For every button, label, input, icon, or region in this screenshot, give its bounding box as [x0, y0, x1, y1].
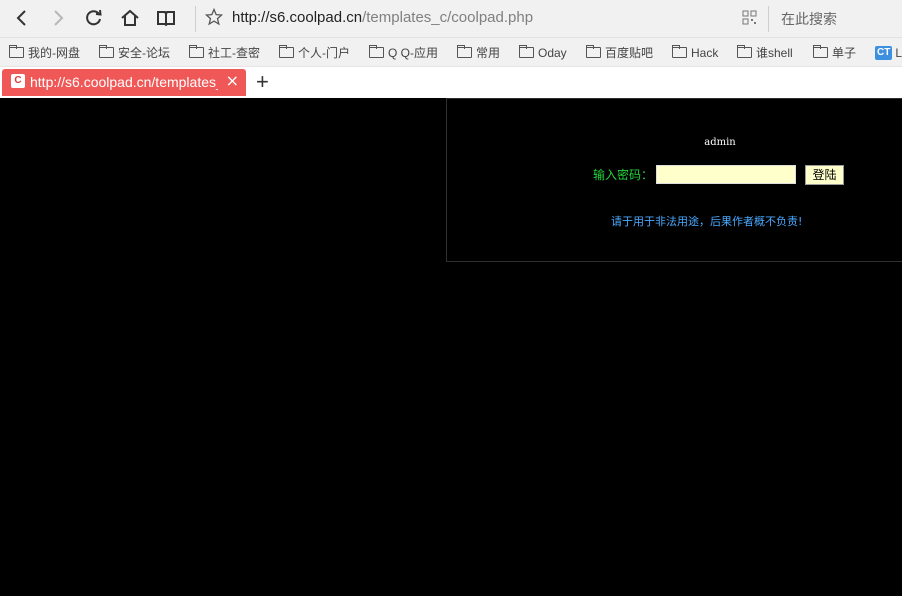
folder-icon [813, 45, 828, 58]
bookmark-label: 社工-查密 [208, 46, 260, 60]
folder-icon [457, 45, 472, 58]
tab-active[interactable]: C http://s6.coolpad.cn/templates_c/coolp… [2, 69, 246, 96]
folder-icon [189, 45, 204, 58]
bookmark-label: 常用 [476, 46, 501, 60]
home-icon [121, 9, 139, 26]
login-panel: admin 输入密码： 登陆 请于用于非法用途，后果作者概不负责! [446, 98, 902, 262]
bookmark-label: 个人-门户 [298, 46, 350, 60]
tab-title: http://s6.coolpad.cn/templates_c/coolpad… [30, 74, 218, 90]
bookmark-label: 我的-网盘 [28, 46, 80, 60]
bookmarks-bar: 我的-网盘 安全-论坛 社工-查密 个人-门户 Q Q-应用 常用 Oday 百… [0, 37, 902, 66]
bookmark-label: Oday [538, 45, 567, 60]
folder-icon [672, 45, 687, 58]
bookmark-label: Q Q-应用 [388, 46, 438, 60]
bookmark-item[interactable]: 百度贴吧 [586, 38, 653, 66]
folder-icon [519, 45, 534, 58]
bookmark-star-button[interactable] [204, 7, 224, 30]
back-arrow-icon [16, 10, 26, 26]
bookmark-item[interactable]: 常用 [457, 38, 500, 66]
star-icon [204, 7, 224, 26]
bookmark-label: 单子 [832, 46, 857, 60]
login-button[interactable]: 登陆 [805, 165, 844, 185]
search-input[interactable]: 在此搜索 [781, 9, 837, 29]
folder-icon [369, 45, 384, 58]
reload-button[interactable] [81, 6, 107, 30]
bookmark-label: L [895, 45, 902, 60]
toolbar-divider [195, 6, 196, 32]
bookmark-item[interactable]: 个人-门户 [279, 38, 350, 66]
coolpad-favicon-icon: C [11, 74, 25, 88]
bookmark-item[interactable]: 我的-网盘 [9, 38, 80, 66]
reader-button[interactable] [153, 6, 179, 30]
browser-toolbar: http://s6.coolpad.cn/templates_c/coolpad… [0, 0, 902, 37]
bookmark-label: 百度贴吧 [605, 46, 654, 60]
bookmark-item[interactable]: 社工-查密 [189, 38, 260, 66]
qr-code-button[interactable] [742, 10, 757, 29]
bookmark-item[interactable]: 谁shell [737, 38, 793, 66]
back-button[interactable] [9, 6, 35, 30]
bookmark-item[interactable]: Hack [672, 38, 718, 66]
bookmark-label: 谁shell [756, 46, 793, 60]
url-host: http://s6.coolpad.cn [232, 9, 363, 26]
tab-strip: C http://s6.coolpad.cn/templates_c/coolp… [0, 66, 902, 98]
folder-icon [586, 45, 601, 58]
bookmark-item[interactable]: 单子 [813, 38, 856, 66]
folder-icon [9, 45, 24, 58]
qr-code-icon [742, 10, 757, 25]
password-input[interactable] [656, 165, 796, 184]
home-button[interactable] [117, 6, 143, 30]
forward-button[interactable] [45, 6, 71, 30]
bookmark-item[interactable]: 安全-论坛 [99, 38, 170, 66]
bookmark-label: 安全-论坛 [118, 46, 170, 60]
bookmark-item[interactable]: Oday [519, 38, 567, 66]
disclaimer-text: 请于用于非法用途，后果作者概不负责! [611, 215, 803, 228]
book-icon [157, 11, 175, 26]
ct-badge-icon: CT [875, 45, 893, 60]
username-label: admin [704, 137, 736, 148]
close-tab-icon[interactable]: × [226, 72, 239, 90]
folder-icon [737, 45, 752, 58]
url-path: /templates_c/coolpad.php [362, 9, 534, 26]
new-tab-button[interactable]: + [256, 70, 269, 94]
bookmark-label: Hack [691, 45, 719, 60]
bookmark-item[interactable]: Q Q-应用 [369, 38, 438, 66]
forward-arrow-icon [54, 10, 64, 26]
folder-icon [279, 45, 294, 58]
bookmark-item[interactable]: CT L [875, 38, 902, 66]
search-divider [768, 6, 769, 32]
folder-icon [99, 45, 114, 58]
password-label: 输入密码： [593, 168, 654, 182]
reload-icon [86, 9, 102, 26]
address-bar[interactable]: http://s6.coolpad.cn/templates_c/coolpad… [232, 9, 533, 26]
